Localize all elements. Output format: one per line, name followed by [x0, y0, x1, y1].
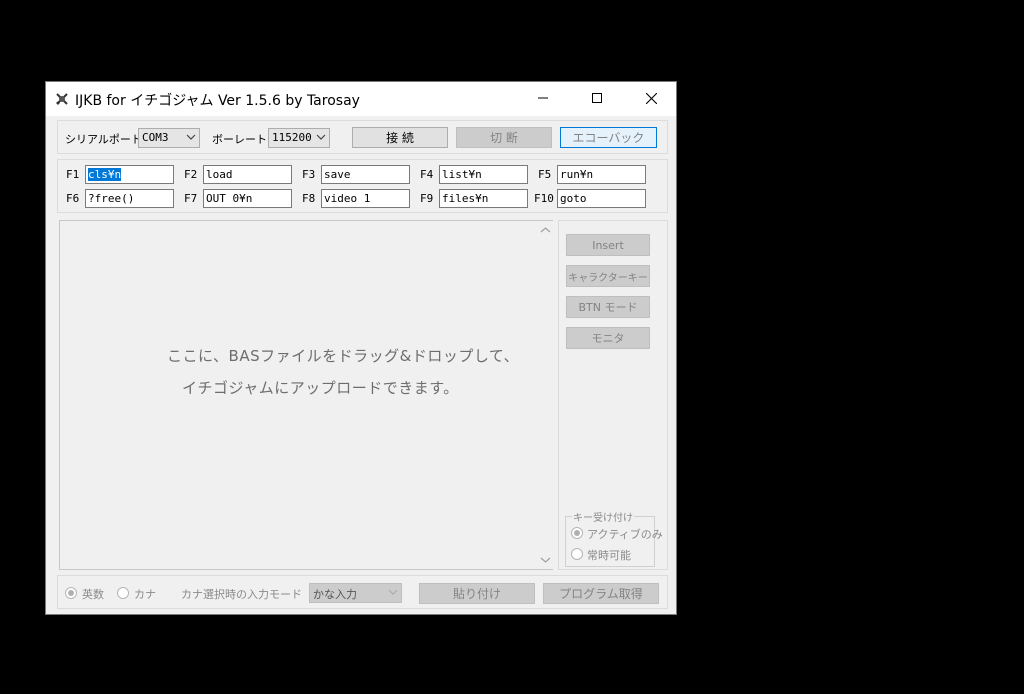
fkey-input-f10[interactable]: goto: [557, 189, 646, 208]
active-only-label: アクティブのみ: [587, 528, 663, 541]
eisu-radio[interactable]: [65, 587, 77, 599]
get-program-button[interactable]: プログラム取得: [543, 583, 659, 604]
minimize-button[interactable]: [516, 82, 570, 114]
fkey-input-f7[interactable]: OUT 0¥n: [203, 189, 292, 208]
fkey-input-f2[interactable]: load: [203, 165, 292, 184]
maximize-icon: [592, 93, 602, 103]
baud-rate-label: ボーレート: [212, 133, 267, 146]
fkey-label: F10: [534, 192, 554, 205]
baud-rate-select[interactable]: 115200: [268, 128, 330, 148]
minimize-icon: [538, 97, 548, 99]
fkey-label: F8: [302, 192, 316, 205]
btn-mode-button[interactable]: BTN モード: [566, 296, 650, 318]
key-accept-group: キー受け付け アクティブのみ 常時可能: [565, 509, 663, 567]
fkey-input-f3[interactable]: save: [321, 165, 410, 184]
fkey-value: OUT 0¥n: [206, 192, 253, 205]
serial-port-select[interactable]: COM3: [138, 128, 200, 148]
fkey-input-f9[interactable]: files¥n: [439, 189, 528, 208]
close-icon: [645, 92, 657, 104]
close-button[interactable]: [624, 82, 678, 114]
fkey-label: F3: [302, 168, 316, 181]
char-key-button[interactable]: キャラクターキー: [566, 265, 650, 287]
drop-hint-line1: ここに、BASファイルをドラッグ&ドロップして、: [167, 347, 520, 365]
title-bar[interactable]: IJKB for イチゴジャム Ver 1.5.6 by Tarosay: [46, 82, 676, 116]
drop-hint-line2: イチゴジャムにアップロードできます。: [182, 379, 459, 397]
app-icon: [56, 93, 68, 105]
main-window: IJKB for イチゴジャム Ver 1.5.6 by Tarosay シリア…: [45, 81, 677, 615]
vertical-scrollbar[interactable]: [538, 221, 553, 569]
input-mode-select[interactable]: かな入力: [309, 583, 402, 603]
scroll-down-icon[interactable]: [540, 555, 551, 565]
window-title: IJKB for イチゴジャム Ver 1.5.6 by Tarosay: [75, 93, 360, 109]
function-keys-panel: F1 cls¥n F2 load F3 save F4 list¥n F5 ru…: [57, 159, 668, 213]
scroll-up-icon[interactable]: [540, 225, 551, 235]
fkey-input-f5[interactable]: run¥n: [557, 165, 646, 184]
fkey-label: F6: [66, 192, 80, 205]
active-only-radio[interactable]: [571, 527, 583, 539]
key-accept-title: キー受け付け: [572, 509, 634, 524]
fkey-input-f6[interactable]: ?free(): [85, 189, 174, 208]
fkey-label: F7: [184, 192, 198, 205]
fkey-value: goto: [560, 192, 587, 205]
fkey-label: F4: [420, 168, 434, 181]
always-label: 常時可能: [587, 549, 631, 562]
eisu-label: 英数: [82, 588, 104, 601]
insert-button[interactable]: Insert: [566, 234, 650, 256]
chevron-down-icon: [316, 134, 326, 140]
fkey-label: F9: [420, 192, 434, 205]
fkey-input-f8[interactable]: video 1: [321, 189, 410, 208]
fkey-value: video 1: [324, 192, 371, 205]
chevron-down-icon: [186, 134, 196, 140]
fkey-value: run¥n: [560, 168, 594, 181]
fkey-label: F2: [184, 168, 198, 181]
chevron-down-icon: [388, 589, 398, 595]
connect-button[interactable]: 接 続: [352, 127, 448, 148]
fkey-input-f1[interactable]: cls¥n: [85, 165, 174, 184]
bottom-panel: 英数 カナ カナ選択時の入力モード かな入力 貼り付け プログラム取得: [57, 575, 668, 609]
paste-button[interactable]: 貼り付け: [419, 583, 535, 604]
fkey-value: files¥n: [442, 192, 489, 205]
maximize-button[interactable]: [570, 82, 624, 114]
fkey-label: F1: [66, 168, 80, 181]
fkey-value: ?free(): [88, 192, 135, 205]
fkey-input-f4[interactable]: list¥n: [439, 165, 528, 184]
input-mode-value: かな入力: [313, 588, 357, 601]
file-drop-area[interactable]: ここに、BASファイルをドラッグ&ドロップして、 イチゴジャムにアップロードでき…: [59, 220, 553, 570]
serial-port-value: COM3: [142, 131, 169, 144]
monitor-button[interactable]: モニタ: [566, 327, 650, 349]
serial-port-label: シリアルポート: [65, 133, 142, 146]
fkey-value: cls¥n: [88, 168, 122, 181]
connection-panel: シリアルポート COM3 ボーレート 115200 接 続 切 断 エコーバック: [57, 120, 668, 154]
fkey-value: list¥n: [442, 168, 482, 181]
fkey-value: save: [324, 168, 351, 181]
disconnect-button[interactable]: 切 断: [456, 127, 552, 148]
fkey-label: F5: [538, 168, 552, 181]
kana-label: カナ: [134, 588, 156, 601]
baud-rate-value: 115200: [272, 131, 312, 144]
input-mode-label: カナ選択時の入力モード: [181, 588, 302, 601]
fkey-value: load: [206, 168, 233, 181]
echoback-button[interactable]: エコーバック: [560, 127, 657, 148]
always-radio[interactable]: [571, 548, 583, 560]
kana-radio[interactable]: [117, 587, 129, 599]
